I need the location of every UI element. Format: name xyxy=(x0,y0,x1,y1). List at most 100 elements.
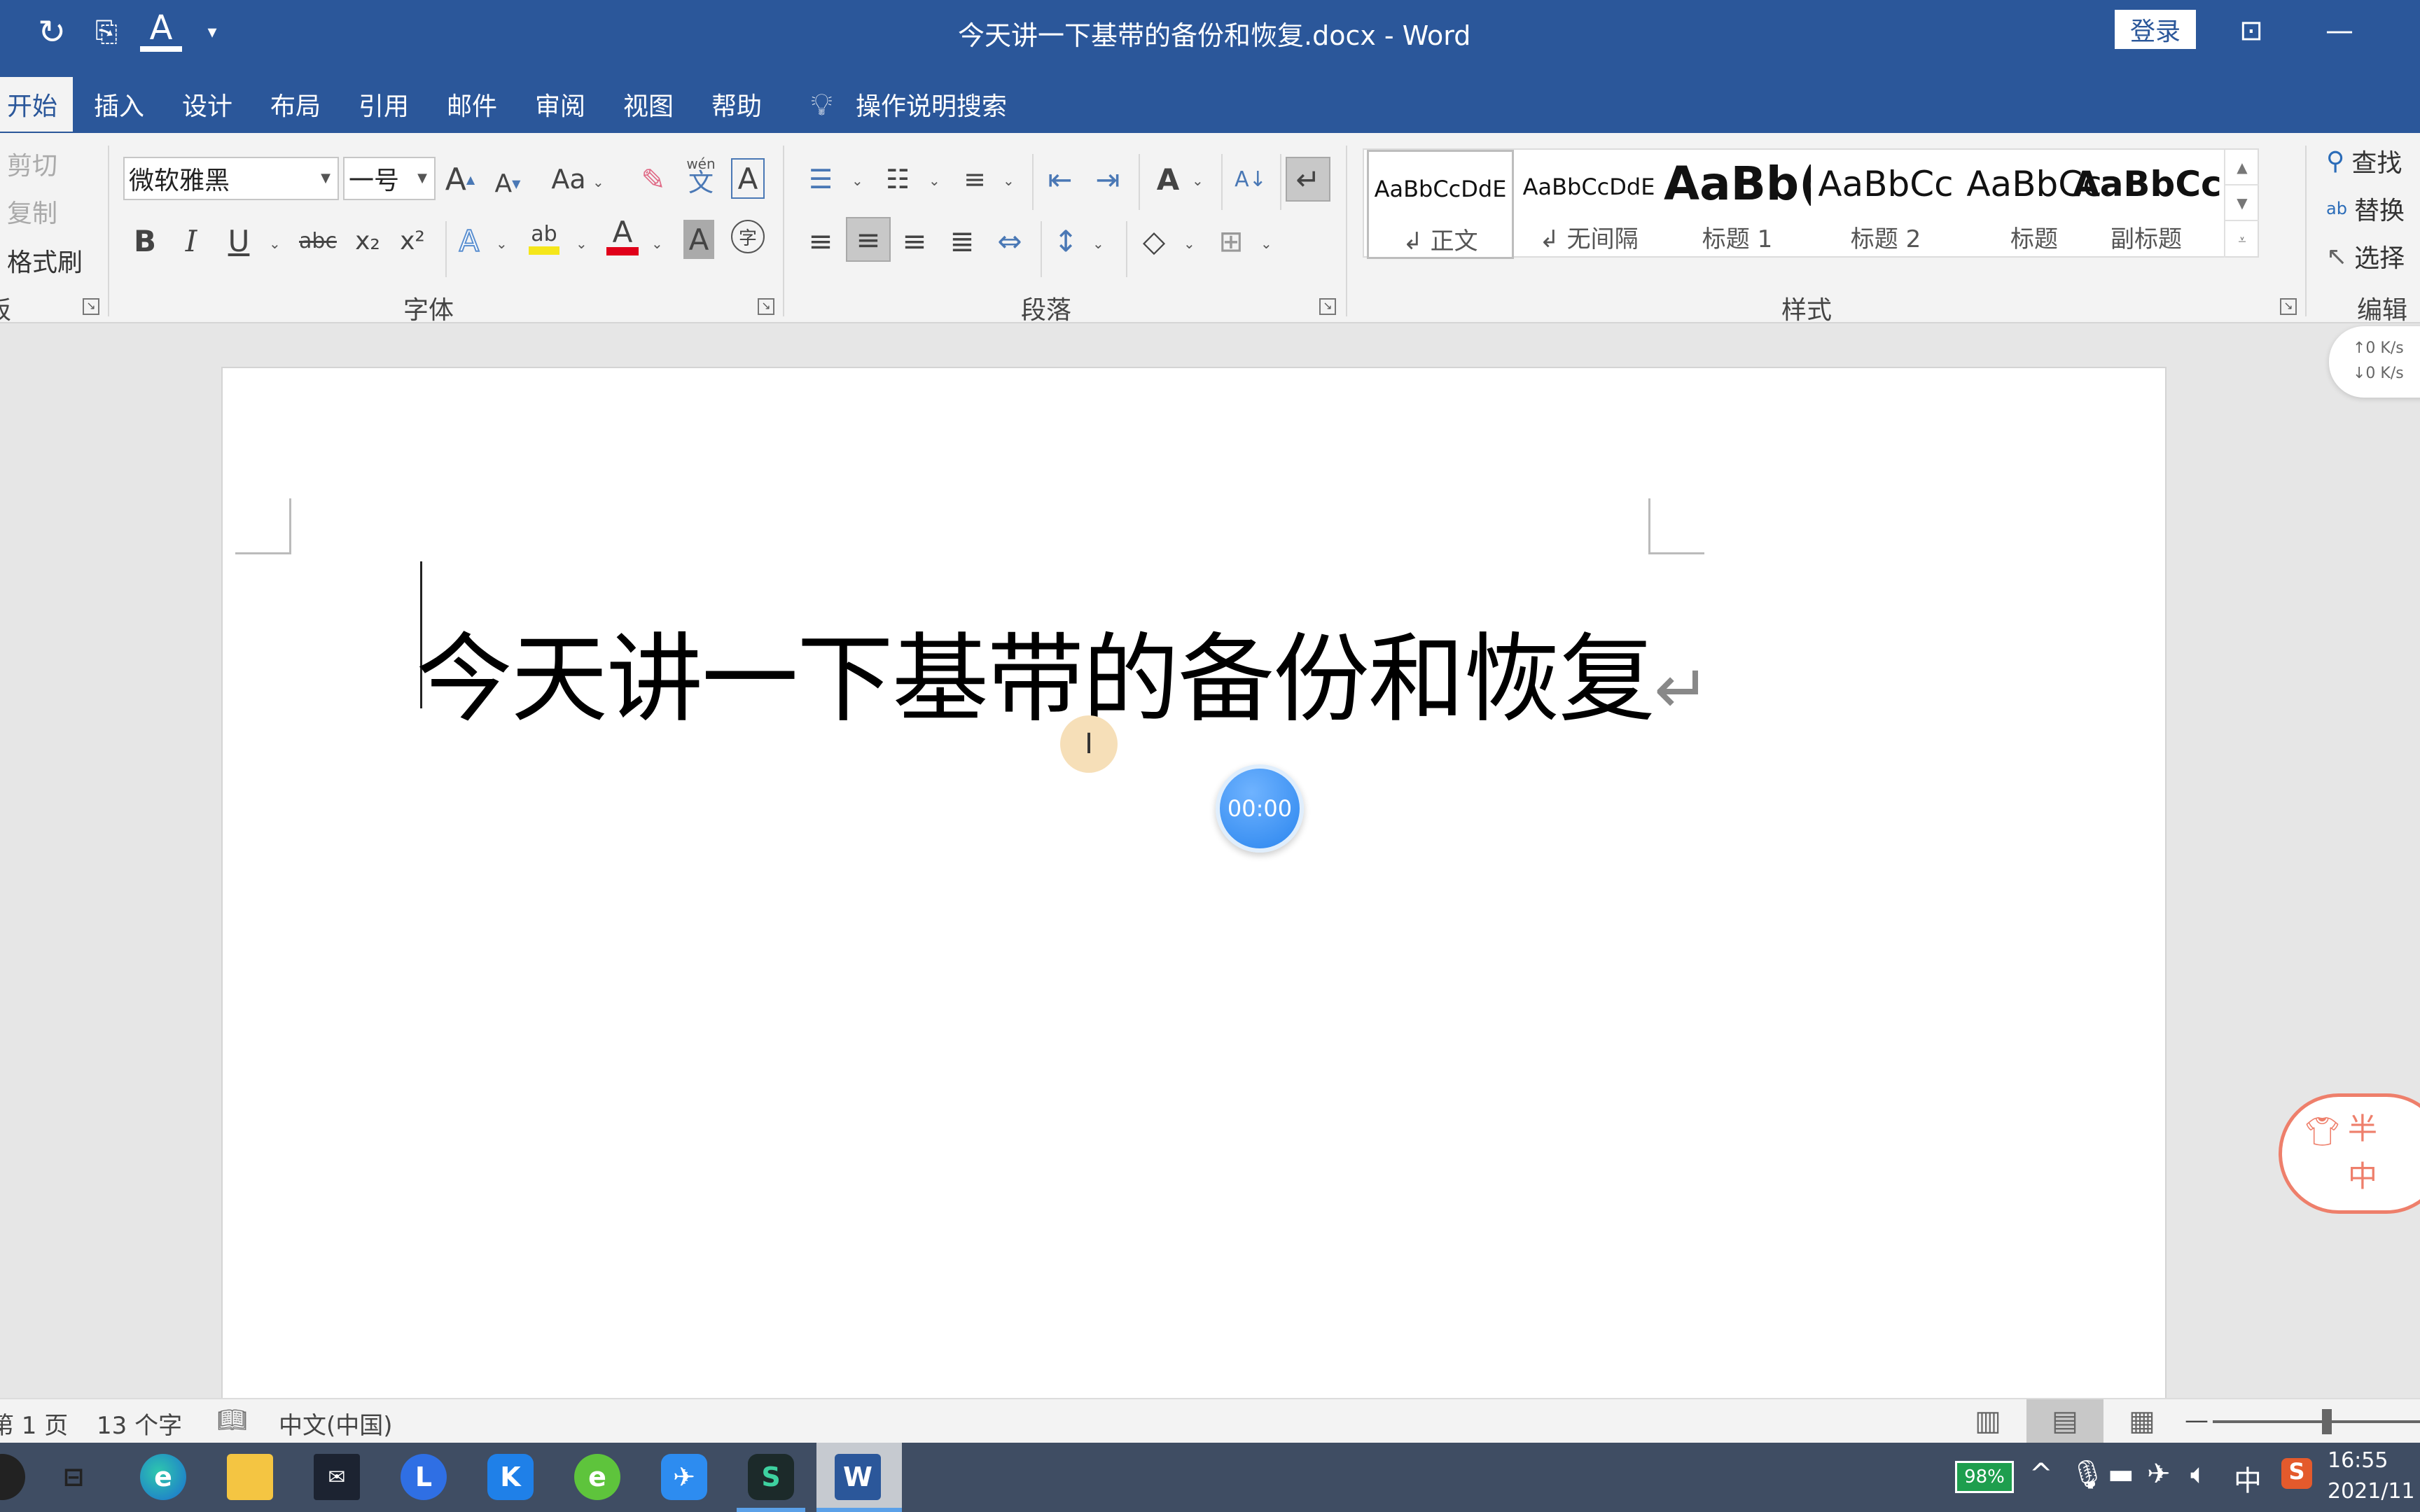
format-painter-button[interactable]: 格式刷 xyxy=(7,242,83,279)
ribbon-display-options-icon[interactable]: ⊡ xyxy=(2220,10,2283,52)
tab-mailings[interactable]: 邮件 xyxy=(438,77,506,132)
l-app-icon[interactable]: L xyxy=(401,1454,447,1500)
login-button[interactable]: 登录 xyxy=(2115,10,2196,49)
chevron-down-icon[interactable]: ⌄ xyxy=(269,235,281,252)
clear-formatting-icon[interactable]: ✎ xyxy=(634,157,672,202)
print-layout-icon[interactable]: ▤ xyxy=(2026,1399,2103,1443)
s-app-icon[interactable]: S xyxy=(748,1454,794,1500)
document-page[interactable] xyxy=(221,367,2167,1403)
microphone-icon[interactable]: 🎙︎ xyxy=(2070,1458,2106,1491)
floating-sticker-widget[interactable]: 👕︎ 半 中 xyxy=(2279,1093,2420,1214)
mail-icon[interactable]: ✉ xyxy=(314,1454,360,1500)
character-border-icon[interactable]: A xyxy=(731,158,765,199)
underline-icon[interactable]: U xyxy=(223,218,255,263)
styles-launcher-icon[interactable]: ↘ xyxy=(2280,298,2297,315)
zoom-out-button[interactable]: — xyxy=(2185,1406,2209,1434)
document-area[interactable]: 今天讲一下基带的备份和恢复↵ I 00:00 xyxy=(0,323,2420,1403)
font-size-select[interactable]: 一号 ▼ xyxy=(343,157,436,200)
redo-icon[interactable]: ↻ xyxy=(31,10,73,55)
chevron-down-icon[interactable]: ⌄ xyxy=(929,172,940,189)
chevron-down-icon[interactable]: ⌄ xyxy=(576,235,587,252)
style-heading-2[interactable]: AaBbCc 标题 2 xyxy=(1812,150,1959,259)
k-app-icon[interactable]: K xyxy=(487,1454,534,1500)
chevron-down-icon[interactable]: ⌄ xyxy=(592,174,604,190)
strikethrough-icon[interactable]: abc xyxy=(297,218,339,263)
numbering-icon[interactable]: ☷ xyxy=(879,157,916,202)
change-case-icon[interactable]: Aa xyxy=(548,157,590,202)
zoom-slider-track[interactable] xyxy=(2213,1420,2420,1423)
select-button[interactable]: ↖ 选择 xyxy=(2326,238,2405,274)
tab-layout[interactable]: 布局 xyxy=(262,77,329,132)
multilevel-list-icon[interactable]: ≡ xyxy=(957,157,993,202)
chevron-down-icon[interactable]: ⌄ xyxy=(651,235,663,252)
word-count[interactable]: 13 个字 xyxy=(97,1406,182,1441)
tab-design[interactable]: 设计 xyxy=(174,77,241,132)
font-color-qat-icon[interactable]: A xyxy=(140,8,182,52)
justify-icon[interactable]: ≣ xyxy=(944,218,980,263)
chevron-down-icon[interactable]: ⌄ xyxy=(1183,235,1195,252)
touch-mode-icon[interactable]: ⎘ xyxy=(85,10,127,55)
airplane-mode-icon[interactable]: ✈ xyxy=(2147,1458,2171,1490)
chevron-down-icon[interactable]: ⌄ xyxy=(1192,172,1204,189)
decrease-indent-icon[interactable]: ⇤ xyxy=(1042,157,1078,202)
customize-qat-icon[interactable]: ▾ xyxy=(202,10,223,55)
sort-icon[interactable]: A↓ xyxy=(1232,157,1269,202)
phonetic-guide-icon[interactable]: wén 文 xyxy=(682,154,720,199)
text-effects-icon[interactable]: A xyxy=(454,218,485,263)
battery-icon[interactable]: ▬ xyxy=(2108,1458,2134,1490)
text-direction-icon[interactable]: A xyxy=(1148,157,1188,202)
document-heading[interactable]: 今天讲一下基带的备份和恢复↵ xyxy=(416,601,1710,741)
recording-timer-button[interactable]: 00:00 xyxy=(1216,764,1304,853)
tab-home[interactable]: 开始 xyxy=(0,77,73,132)
ime-indicator[interactable]: 中 xyxy=(2234,1458,2262,1499)
style-heading-1[interactable]: AaBb( 标题 1 xyxy=(1664,150,1811,259)
enclose-characters-icon[interactable]: 字 xyxy=(731,220,765,253)
chevron-down-icon[interactable]: ⌄ xyxy=(1092,235,1104,252)
volume-icon[interactable]: 🔈︎ xyxy=(2190,1458,2207,1490)
bold-icon[interactable]: B xyxy=(129,218,161,263)
align-right-icon[interactable]: ≡ xyxy=(896,218,933,263)
tab-references[interactable]: 引用 xyxy=(350,77,417,132)
gallery-scrollbar[interactable]: ▲ ▼ ⩡ xyxy=(2224,150,2259,258)
tab-view[interactable]: 视图 xyxy=(615,77,682,132)
shading-icon[interactable]: ◇ xyxy=(1134,218,1174,263)
sogou-ime-icon[interactable]: S xyxy=(2281,1458,2312,1489)
chevron-down-icon[interactable]: ⌄ xyxy=(1003,172,1015,189)
minimize-icon[interactable]: — xyxy=(2308,10,2371,52)
proofing-icon[interactable]: 📖︎ xyxy=(217,1406,247,1434)
character-shading-icon[interactable]: A xyxy=(683,220,714,259)
chevron-down-icon[interactable]: ⌄ xyxy=(851,172,863,189)
read-mode-icon[interactable]: ▥ xyxy=(1949,1399,2026,1443)
superscript-icon[interactable]: x² xyxy=(395,218,430,263)
distributed-icon[interactable]: ⇔ xyxy=(992,218,1028,263)
style-normal[interactable]: AaBbCcDdE ↲ 正文 xyxy=(1367,150,1514,259)
zoom-slider-thumb[interactable] xyxy=(2322,1409,2332,1434)
align-left-icon[interactable]: ≡ xyxy=(802,218,839,263)
tab-help[interactable]: 帮助 xyxy=(703,77,770,132)
start-search-icon[interactable] xyxy=(0,1454,25,1500)
chevron-down-icon[interactable]: ⌄ xyxy=(1260,235,1272,252)
clock-date[interactable]: 2021/11 xyxy=(2328,1479,2415,1504)
clock-time[interactable]: 16:55 xyxy=(2328,1448,2388,1473)
find-button[interactable]: ⚲ 查找 xyxy=(2326,143,2402,179)
line-spacing-icon[interactable]: ↕ xyxy=(1048,218,1084,263)
gallery-more-icon[interactable]: ⩡ xyxy=(2225,221,2259,257)
italic-icon[interactable]: I xyxy=(175,218,207,263)
subscript-icon[interactable]: x₂ xyxy=(350,218,385,263)
language-indicator[interactable]: 中文(中国) xyxy=(279,1406,393,1441)
web-layout-icon[interactable]: ▦ xyxy=(2103,1399,2181,1443)
bullets-icon[interactable]: ☰ xyxy=(802,157,839,202)
font-color-icon[interactable]: A xyxy=(605,214,640,259)
highlight-icon[interactable]: ab xyxy=(527,216,562,260)
task-view-icon[interactable]: ⊟ xyxy=(50,1454,97,1500)
show-hidden-icons-icon[interactable]: ^ xyxy=(2029,1458,2053,1490)
gallery-scroll-down-icon[interactable]: ▼ xyxy=(2225,186,2259,221)
bird-app-icon[interactable]: ✈ xyxy=(661,1454,707,1500)
chevron-down-icon[interactable]: ⌄ xyxy=(496,235,508,252)
browser-e-icon[interactable]: e xyxy=(574,1454,620,1500)
word-icon[interactable]: W xyxy=(835,1454,881,1500)
font-name-select[interactable]: 微软雅黑 ▼ xyxy=(123,157,339,200)
battery-indicator[interactable]: 98% xyxy=(1955,1461,2014,1493)
page-count[interactable]: 第 1 页 xyxy=(0,1406,68,1441)
shrink-font-icon[interactable]: A ▼ xyxy=(490,161,525,206)
